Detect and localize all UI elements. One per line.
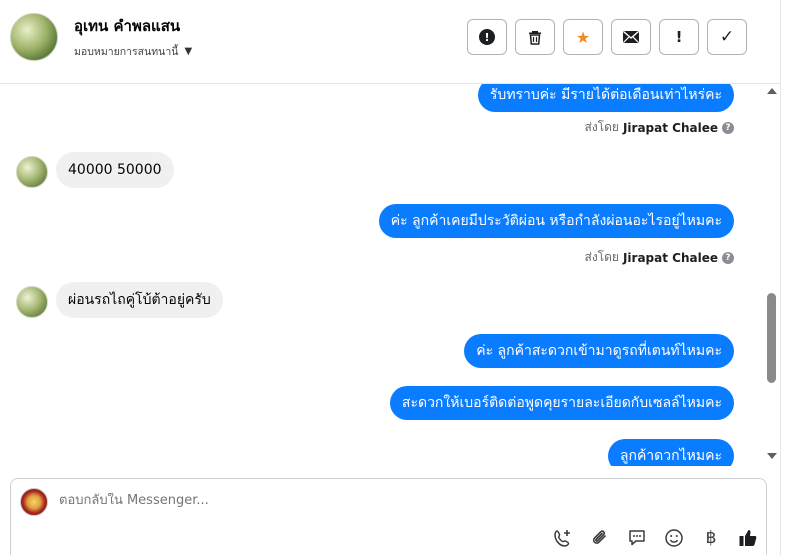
outgoing-message[interactable]: ลูกค้าดวกไหมคะ [607, 439, 734, 466]
follow-up-button[interactable]: ! [659, 19, 699, 55]
panel-edge [780, 0, 789, 555]
sender-name: Jirapat Chalee [622, 250, 718, 265]
trash-icon [529, 31, 541, 45]
emoji-icon[interactable] [663, 527, 685, 549]
sent-by-label: ส่งโดย Jirapat Chalee ? [584, 118, 734, 137]
mark-unread-button[interactable] [611, 19, 651, 55]
exclamation-icon: ! [675, 28, 683, 46]
incoming-message[interactable]: ผ่อนรถไถคู่โบ้ต้าอยู่ครับ [56, 282, 223, 318]
envelope-icon [623, 30, 639, 43]
sent-by-prefix: ส่งโดย [584, 250, 619, 264]
done-button[interactable]: ✓ [707, 19, 747, 55]
assign-label: มอบหมายการสนทนานี้ [74, 46, 179, 58]
outgoing-message[interactable]: ค่ะ ลูกค้าสะดวกเข้ามาดูรถที่เตนท์ไหมคะ [464, 334, 734, 368]
add-contact-icon[interactable] [552, 527, 574, 549]
paperclip-icon[interactable] [589, 527, 611, 549]
scroll-up-arrow[interactable] [767, 88, 777, 94]
incoming-message[interactable]: 40000 50000 [56, 152, 174, 188]
contact-avatar[interactable] [10, 13, 58, 61]
help-icon[interactable]: ? [722, 121, 734, 134]
contact-avatar-small[interactable] [16, 156, 48, 188]
scroll-thumb[interactable] [767, 293, 776, 383]
conversation-actions: ! ★ ! ✓ [467, 19, 747, 55]
help-icon[interactable]: ? [722, 251, 734, 264]
assign-conversation-dropdown[interactable]: มอบหมายการสนทนานี้ ▼ [74, 43, 192, 60]
message-list: รับทราบค่ะ มีรายได้ต่อเดือนเท่าไหร่คะ ส่… [0, 84, 762, 466]
outgoing-message[interactable]: รับทราบค่ะ มีรายได้ต่อเดือนเท่าไหร่คะ [477, 84, 734, 112]
alert-circle-icon: ! [479, 29, 495, 45]
reply-composer: ฿ [10, 478, 767, 555]
baht-icon[interactable]: ฿ [700, 527, 722, 549]
reply-input[interactable] [59, 493, 659, 508]
thumbs-up-icon[interactable] [737, 527, 759, 549]
spam-button[interactable]: ! [467, 19, 507, 55]
check-icon: ✓ [719, 27, 735, 47]
composer-tools: ฿ [552, 527, 759, 549]
saved-replies-icon[interactable] [626, 527, 648, 549]
page-avatar [20, 488, 48, 516]
scroll-down-arrow[interactable] [767, 453, 777, 459]
star-button[interactable]: ★ [563, 19, 603, 55]
outgoing-message[interactable]: ค่ะ ลูกค้าเคยมีประวัติผ่อน หรือกำลังผ่อน… [378, 204, 734, 238]
caret-down-icon: ▼ [184, 46, 193, 57]
outgoing-message[interactable]: สะดวกให้เบอร์ติดต่อพูดคุยรายละเอียดกับเซ… [389, 386, 734, 420]
sender-name: Jirapat Chalee [622, 120, 718, 135]
message-scrollbar[interactable] [765, 84, 779, 466]
delete-button[interactable] [515, 19, 555, 55]
conversation-header: อุเทน คำพลแสน มอบหมายการสนทนานี้ ▼ ! ★ !… [0, 0, 780, 84]
contact-avatar-small[interactable] [16, 286, 48, 318]
sent-by-label: ส่งโดย Jirapat Chalee ? [584, 248, 734, 267]
sent-by-prefix: ส่งโดย [584, 120, 619, 134]
contact-name[interactable]: อุเทน คำพลแสน [74, 14, 180, 38]
star-icon: ★ [575, 27, 591, 47]
